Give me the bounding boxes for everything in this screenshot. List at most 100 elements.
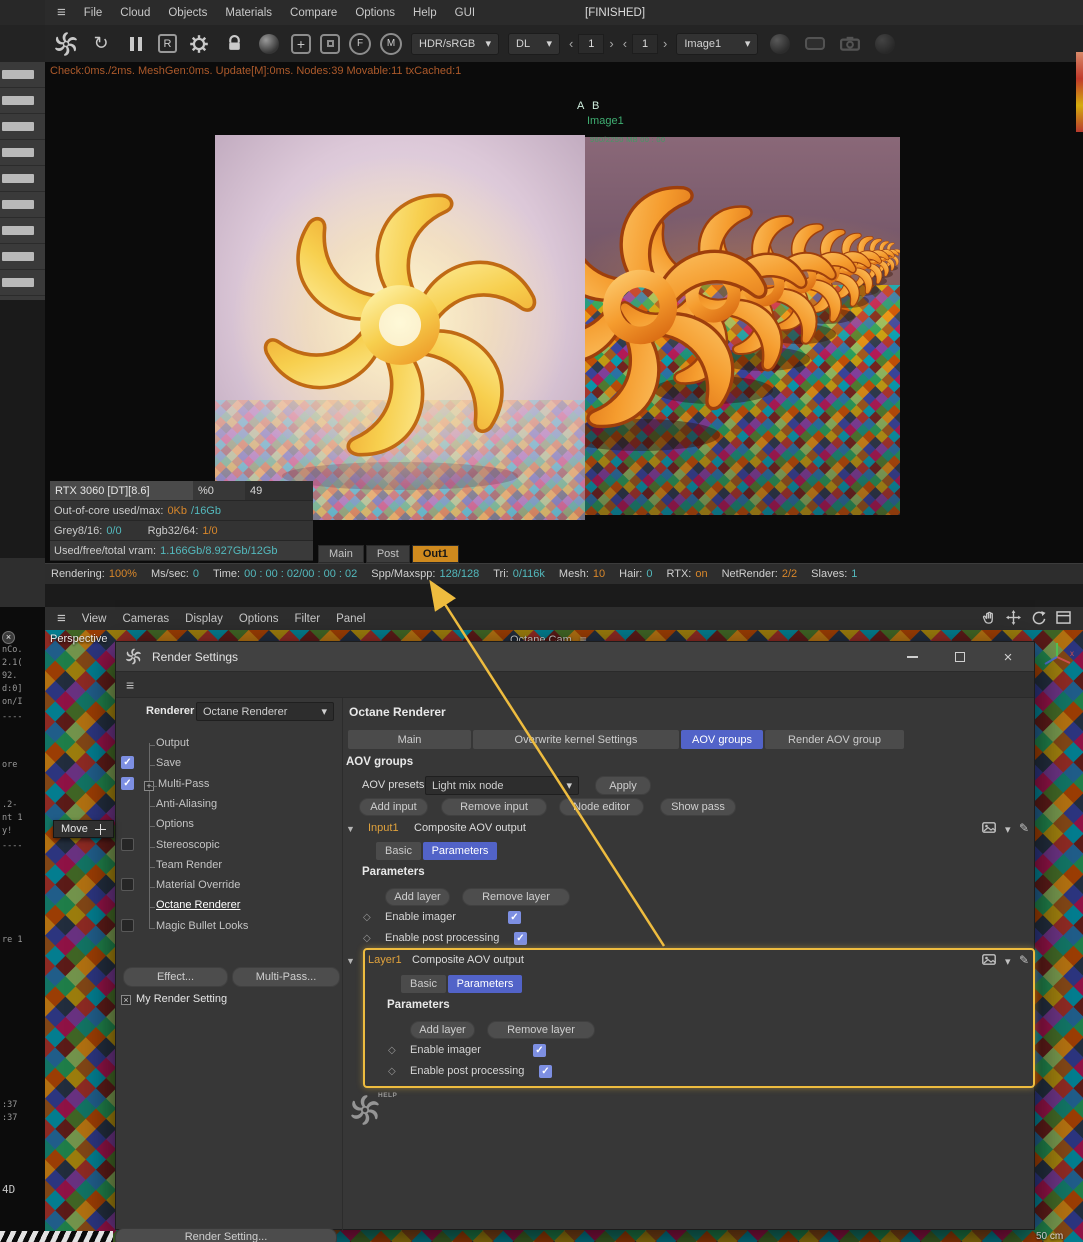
add-layer-button[interactable]: Add layer [410,1021,475,1039]
input1-name[interactable]: Input1 [368,822,399,834]
add-node-icon[interactable]: + [291,33,311,54]
chevron-down-icon[interactable]: ▾ [1005,823,1011,836]
image-icon[interactable] [982,954,996,965]
chevron-down-icon[interactable]: ▾ [1005,955,1011,968]
edit-pencil-icon[interactable]: ✎ [1019,821,1029,835]
ball-disabled-icon[interactable] [872,31,898,57]
menu-gui[interactable]: GUI [455,7,475,19]
tab-post[interactable]: Post [365,545,410,563]
sidebar-item-octane-renderer[interactable]: Octane Renderer [148,899,240,911]
layer1-name[interactable]: Layer1 [368,954,402,966]
menu-cameras[interactable]: Cameras [122,613,169,625]
nav-right-icon[interactable]: › [663,36,667,51]
stereoscopic-checkbox[interactable] [121,838,134,851]
apply-button[interactable]: Apply [595,776,651,795]
region-render-icon[interactable]: R [158,34,177,53]
enable-imager-checkbox[interactable]: ✓ [508,911,521,924]
tab-aov-groups[interactable]: AOV groups [681,730,763,749]
pass-value[interactable]: 1 [578,33,605,54]
collapse-arrow-icon[interactable]: ▼ [346,824,355,834]
render-sphere-icon[interactable] [256,31,282,57]
tab-out1[interactable]: Out1 [411,545,459,563]
panel-close-icon[interactable]: × [2,631,15,644]
dialog-titlebar[interactable]: Render Settings × [116,642,1034,672]
tab-parameters[interactable]: Parameters [448,975,522,993]
compare-b-toggle[interactable]: B [592,100,599,112]
minimize-button[interactable] [897,646,927,668]
show-pass-button[interactable]: Show pass [660,798,736,816]
enable-post-checkbox[interactable]: ✓ [514,932,527,945]
pause-render-icon[interactable] [123,31,149,57]
nav-left-icon[interactable]: ‹ [623,36,627,51]
sidebar-item-output[interactable]: Output [148,737,189,749]
tab-basic[interactable]: Basic [401,975,446,993]
sidebar-item-save[interactable]: Save [148,757,181,769]
menu-options[interactable]: Options [355,7,395,19]
move-view-icon[interactable] [1006,609,1021,628]
compare-a-toggle[interactable]: A [577,100,584,112]
film-settings-icon[interactable]: F [349,32,371,55]
camera-icon[interactable] [837,31,863,57]
frame-value[interactable]: 1 [632,33,659,54]
render-setting-expand-icon[interactable]: × [121,995,131,1005]
hamburger-icon[interactable]: ≡ [57,610,66,627]
sidebar-item-multipass[interactable]: Multi-Pass [150,778,209,790]
tab-main[interactable]: Main [348,730,471,749]
sidebar-item-options[interactable]: Options [149,818,194,830]
image-dropdown[interactable]: Image1 ▾ [676,32,759,55]
tab-main[interactable]: Main [318,545,364,563]
save-checkbox[interactable]: ✓ [121,756,134,769]
menu-objects[interactable]: Objects [168,7,207,19]
aov-presets-dropdown[interactable]: Light mix node ▾ [425,776,579,795]
close-button[interactable]: × [993,646,1023,668]
remove-input-button[interactable]: Remove input [441,798,547,816]
hamburger-icon[interactable]: ≡ [57,4,66,21]
material-slab-icon[interactable] [802,31,828,57]
sphere-preview-icon[interactable] [767,31,793,57]
material-override-checkbox[interactable] [121,878,134,891]
viewport-label[interactable]: Perspective [50,633,107,645]
rotate-view-icon[interactable] [1031,610,1046,628]
toggle-panel-icon[interactable] [1056,610,1071,627]
menu-view[interactable]: View [82,613,107,625]
menu-file[interactable]: File [84,7,103,19]
settings-gear-icon[interactable] [186,31,212,57]
menu-compare[interactable]: Compare [290,7,337,19]
menu-display[interactable]: Display [185,613,223,625]
nav-left-icon[interactable]: ‹ [569,36,573,51]
tab-render-aov-group[interactable]: Render AOV group [765,730,904,749]
magic-bullet-checkbox[interactable] [121,919,134,932]
multipass-checkbox[interactable]: ✓ [121,777,134,790]
menu-cloud[interactable]: Cloud [120,7,150,19]
pan-hand-icon[interactable] [981,610,996,628]
remove-layer-button[interactable]: Remove layer [462,888,570,906]
sidebar-item-material-override[interactable]: Material Override [148,879,240,891]
tab-overwrite-kernel[interactable]: Overwrite kernel Settings [473,730,679,749]
node-editor-button[interactable]: Node editor [559,798,644,816]
effect-button[interactable]: Effect... [123,967,228,987]
add-input-button[interactable]: Add input [359,798,428,816]
menu-filter[interactable]: Filter [295,613,321,625]
menu-help[interactable]: Help [413,7,437,19]
restart-render-icon[interactable]: ↻ [88,31,114,57]
remove-layer-button[interactable]: Remove layer [487,1021,595,1039]
octane-render-viewport[interactable]: Check:0ms./2ms. MeshGen:0ms. Update[M]:0… [45,62,1083,563]
sidebar-item-teamrender[interactable]: Team Render [148,859,222,871]
lock-resolution-icon[interactable] [221,31,247,57]
tab-parameters[interactable]: Parameters [423,842,497,860]
sidebar-item-magic-bullet[interactable]: Magic Bullet Looks [148,920,248,932]
pick-region-icon[interactable] [320,33,340,54]
menu-materials[interactable]: Materials [225,7,272,19]
enable-post-checkbox[interactable]: ✓ [539,1065,552,1078]
edit-pencil-icon[interactable]: ✎ [1019,953,1029,967]
sidebar-item-stereoscopic[interactable]: Stereoscopic [149,839,220,851]
tab-basic[interactable]: Basic [376,842,421,860]
image-icon[interactable] [982,822,996,833]
nav-right-icon[interactable]: › [609,36,613,51]
menu-panel[interactable]: Panel [336,613,365,625]
hamburger-icon[interactable]: ≡ [126,677,134,693]
collapse-arrow-icon[interactable]: ▼ [346,956,355,966]
add-layer-button[interactable]: Add layer [385,888,450,906]
multipass-button[interactable]: Multi-Pass... [232,967,340,987]
maximize-button[interactable] [945,646,975,668]
